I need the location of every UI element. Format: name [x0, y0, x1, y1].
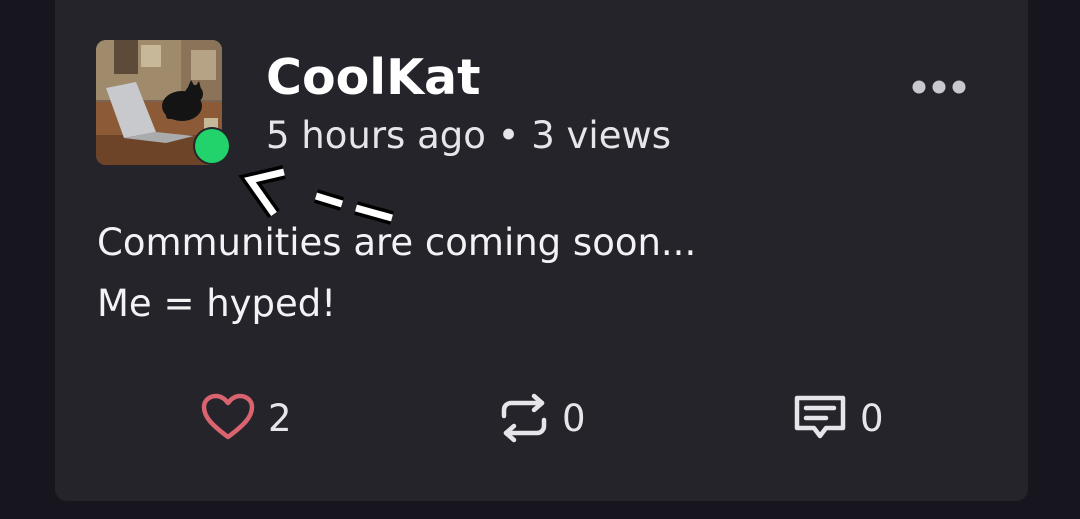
post-line-1: Communities are coming soon...: [97, 221, 697, 264]
post-username[interactable]: CoolKat: [266, 48, 481, 108]
online-status-dot: [195, 129, 229, 163]
comment-icon: [794, 395, 846, 439]
like-button[interactable]: 2: [200, 388, 292, 448]
repost-button[interactable]: 0: [498, 388, 586, 448]
repost-count: 0: [562, 396, 586, 440]
comment-count: 0: [860, 396, 884, 440]
repost-icon: [501, 393, 547, 443]
more-options-button[interactable]: [906, 70, 972, 104]
post-body: Communities are coming soon... Me = hype…: [97, 212, 696, 334]
heart-icon: [201, 393, 255, 440]
more-horizontal-icon: [912, 80, 966, 94]
like-count: 2: [268, 396, 292, 440]
post-meta: 5 hours ago • 3 views: [266, 114, 672, 157]
comment-button[interactable]: 0: [792, 388, 884, 448]
post-line-2: Me = hyped!: [97, 282, 337, 325]
